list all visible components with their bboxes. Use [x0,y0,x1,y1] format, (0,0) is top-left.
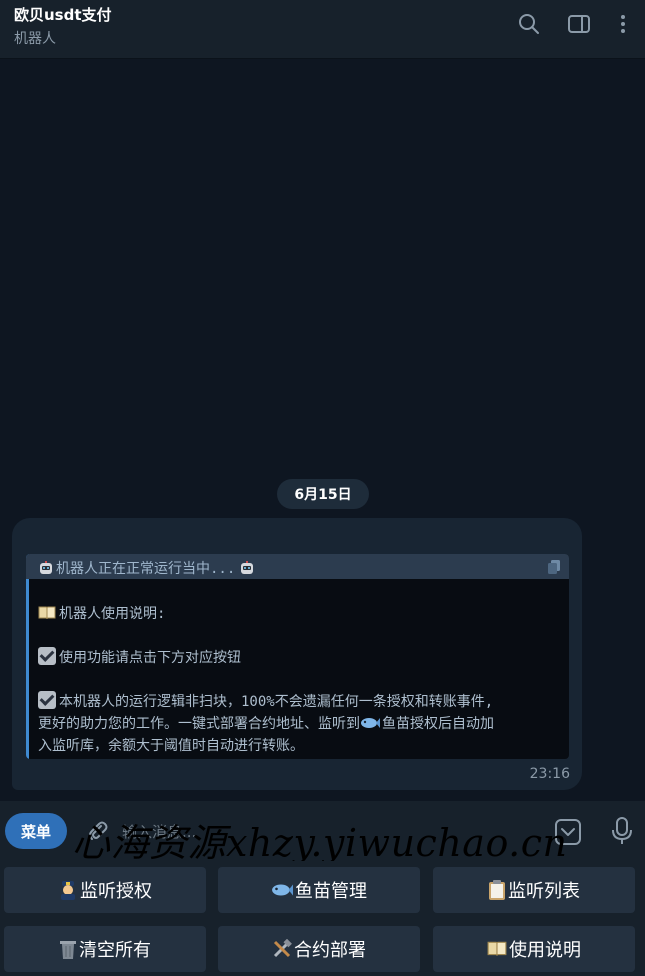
message-input[interactable] [120,817,544,847]
contract-deploy-button[interactable]: 合约部署 [218,926,420,972]
usage-guide-button[interactable]: 使用说明 [433,926,635,972]
tip-line-2: 本机器人的运行逻辑非扫块，100%不会遗漏任何一条授权和转账事件, [38,691,493,713]
police-officer-icon [61,881,75,900]
checkmark-icon [38,647,56,665]
usage-title-line: 机器人使用说明: [38,603,165,625]
paperclip-icon[interactable] [86,819,108,843]
search-icon[interactable] [517,12,541,36]
book-icon [487,941,507,956]
code-block-header: 机器人正在正常运行当中... [26,554,569,579]
message-time: 23:16 [529,766,570,782]
chat-title[interactable]: 欧贝usdt支付 [14,4,112,25]
keyboard-toggle-icon[interactable] [554,818,582,846]
code-block: 机器人正在正常运行当中... 机器人使用说明: 使用功能请点击下方对应按钮 本机… [26,554,569,759]
fish-icon [272,884,293,896]
bot-keyboard: 监听授权 鱼苗管理 监听列表 清空所有 合约部署 使用说明 [0,861,645,976]
message-composer: 菜单 [0,801,645,861]
wastebasket-icon [60,941,76,959]
clipboard-icon [489,880,505,900]
tip-line-3: 更好的助力您的工作。一键式部署合约地址、监听到 鱼苗授权后自动加 [38,716,494,732]
tip-line-1: 使用功能请点击下方对应按钮 [38,647,241,669]
more-vertical-icon[interactable] [611,12,635,36]
fry-management-button[interactable]: 鱼苗管理 [218,867,420,913]
date-separator: 6月15日 [277,479,369,509]
bot-menu-button[interactable]: 菜单 [5,813,67,849]
copy-icon[interactable] [547,559,561,575]
telegram-chat-window: 欧贝usdt支付 机器人 6月15日 机器人正在正常运行当中... 机器人使用说… [0,0,645,976]
chat-subtitle: 机器人 [14,31,56,47]
book-icon [38,606,56,620]
quote-header-text: 机器人正在正常运行当中... [56,561,236,577]
tip-line-4: 入监听库，余额大于阈值时自动进行转账。 [38,738,304,754]
message-bubble[interactable]: 机器人正在正常运行当中... 机器人使用说明: 使用功能请点击下方对应按钮 本机… [12,518,582,790]
message-list[interactable]: 6月15日 机器人正在正常运行当中... 机器人使用说明: 使用功能请点击下方对… [0,59,645,801]
quote-accent-bar [26,554,29,759]
hammer-wrench-icon [273,939,292,958]
fish-icon [361,718,380,728]
robot-icon [241,561,254,574]
monitor-list-button[interactable]: 监听列表 [433,867,635,913]
monitor-auth-button[interactable]: 监听授权 [4,867,206,913]
checkmark-icon [38,691,56,709]
robot-icon [40,561,52,574]
chat-header: 欧贝usdt支付 机器人 [0,0,645,59]
clear-all-button[interactable]: 清空所有 [4,926,206,972]
microphone-icon[interactable] [610,816,634,846]
sidebar-toggle-icon[interactable] [567,12,591,36]
